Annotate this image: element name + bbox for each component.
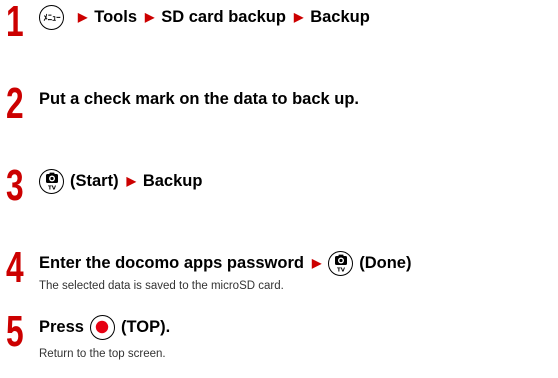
step-3: 3 TV (Start) ▶ Backup [0, 164, 558, 214]
step-number: 4 [6, 243, 24, 292]
step-text: Put a check mark on the data to back up. [39, 90, 360, 108]
menu-item-backup: Backup [142, 172, 203, 190]
center-key-icon [89, 314, 115, 340]
step-text: Enter the docomo apps password [39, 254, 304, 272]
step-note: Return to the top screen. [39, 348, 166, 360]
step-instruction: Put a check mark on the data to back up. [39, 86, 359, 112]
step-instruction: Enter the docomo apps password ▶ TV (Don… [39, 250, 411, 276]
step-4: 4 Enter the docomo apps password ▶ TV (D… [0, 246, 558, 306]
step-note: The selected data is saved to the microS… [39, 280, 284, 292]
menu-item-backup: Backup [310, 8, 370, 26]
step-number: 3 [6, 161, 24, 210]
menu-key-icon: ﾒﾆｭｰ [39, 4, 64, 30]
menu-key-label: ﾒﾆｭｰ [43, 14, 61, 24]
arrow-icon: ▶ [293, 10, 304, 24]
step-number: 1 [6, 0, 24, 46]
arrow-icon: ▶ [145, 10, 155, 24]
step-1: 1 ﾒﾆｭｰ ▶ Tools ▶ SD card backup ▶ Backup [0, 0, 558, 50]
menu-item-tools: Tools [94, 8, 138, 26]
step-instruction: TV (Start) ▶ Backup [39, 168, 202, 194]
step-text: (Start) [70, 172, 119, 190]
step-2: 2 Put a check mark on the data to back u… [0, 82, 558, 132]
step-number: 5 [6, 307, 24, 356]
step-instruction: Press (TOP). [39, 314, 170, 340]
arrow-icon: ▶ [126, 174, 136, 188]
step-text-after: (TOP). [120, 318, 171, 336]
camera-tv-key-icon: TV [39, 168, 64, 194]
camera-tv-key-icon: TV [328, 250, 354, 276]
step-text-before: Press [39, 318, 84, 336]
tv-label: TV [47, 186, 56, 192]
step-instruction: ﾒﾆｭｰ ▶ Tools ▶ SD card backup ▶ Backup [39, 4, 370, 30]
menu-item-sd-card-backup: SD card backup [161, 8, 286, 26]
step-5: 5 Press (TOP). Return to the top screen. [0, 310, 558, 376]
step-text-after: (Done) [359, 254, 412, 272]
arrow-icon: ▶ [78, 10, 88, 24]
arrow-icon: ▶ [311, 256, 322, 270]
tv-label: TV [337, 268, 346, 274]
step-number: 2 [6, 79, 24, 128]
